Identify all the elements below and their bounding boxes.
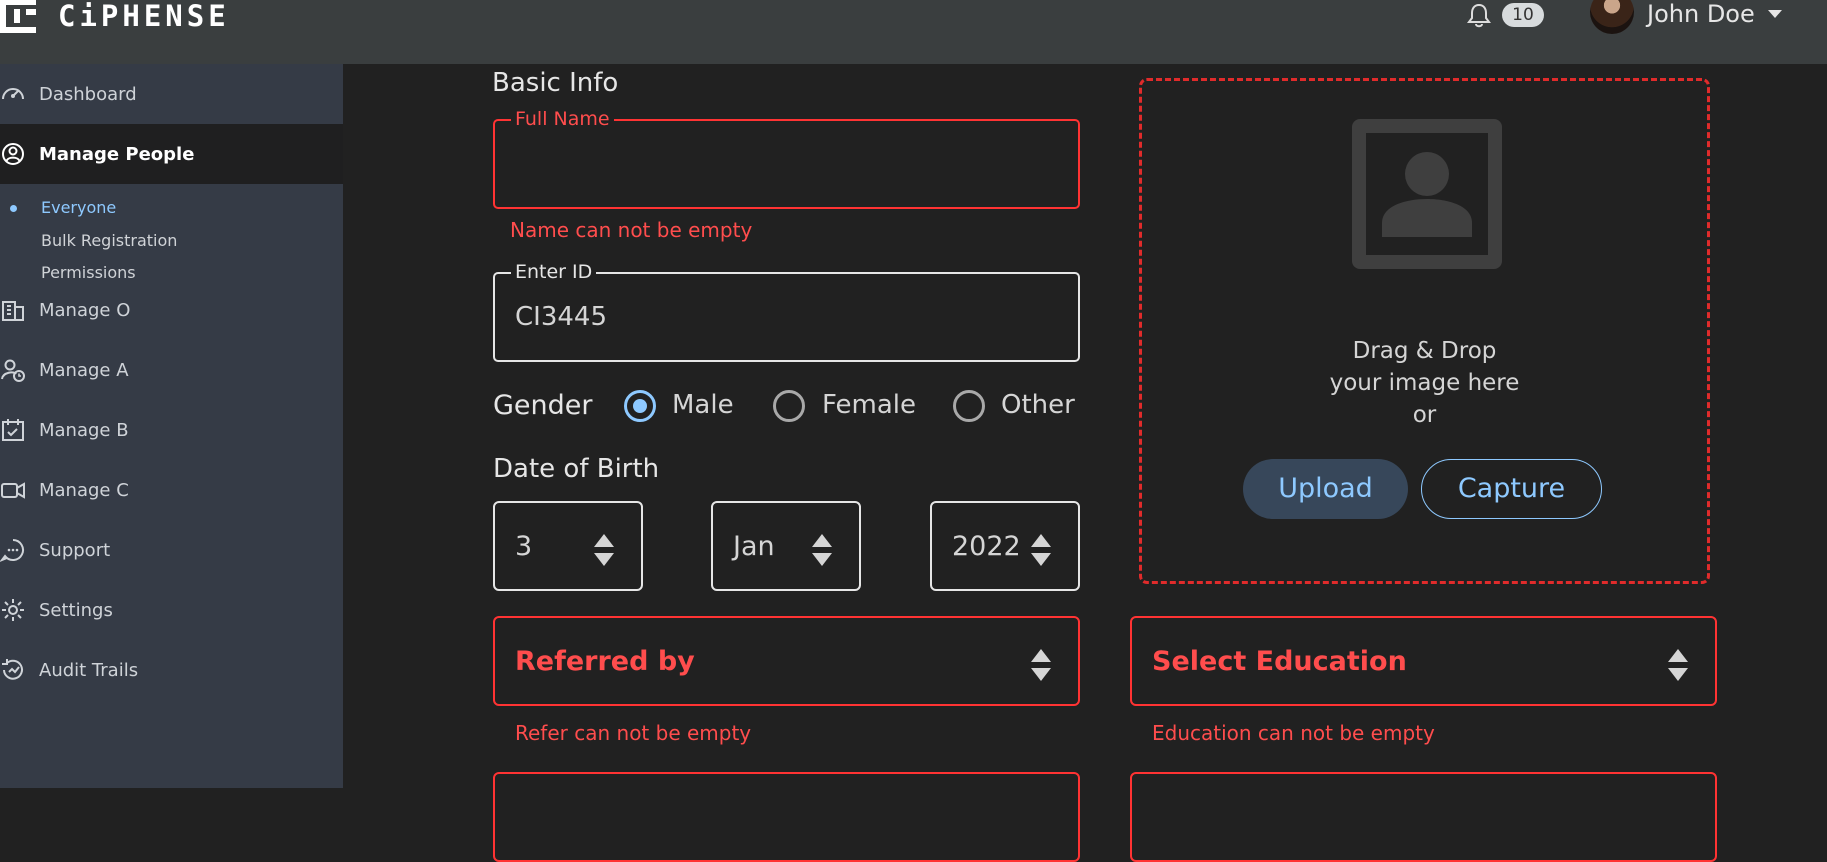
capture-button[interactable]: Capture (1421, 459, 1602, 519)
gender-female-radio[interactable] (773, 390, 805, 422)
next-select-left[interactable] (493, 772, 1080, 862)
gender-other-radio[interactable] (953, 390, 985, 422)
sort-arrows-icon (811, 533, 833, 567)
dropzone-text-line3: or (1412, 402, 1437, 428)
logo-mark-icon (0, 0, 40, 33)
chat-bubble-icon (0, 537, 26, 563)
sidebar-item-audit-trails[interactable]: Audit Trails (0, 640, 343, 700)
sort-arrows-icon (1667, 648, 1689, 682)
next-select-right[interactable] (1130, 772, 1717, 862)
upload-button[interactable]: Upload (1243, 459, 1408, 519)
gear-icon (0, 597, 26, 623)
user-circle-icon (0, 141, 26, 167)
sidebar-item-label: Manage People (39, 143, 195, 165)
sidebar-subitem-bulk-registration[interactable]: Bulk Registration (41, 231, 177, 250)
sidebar-item-manage-people[interactable]: Manage People (0, 124, 343, 184)
dob-day-select[interactable]: 3 (493, 501, 643, 591)
dob-year-value: 2022 (952, 531, 1021, 562)
dropzone-text-line1: Drag & Drop (1352, 338, 1497, 364)
building-icon (0, 297, 26, 323)
sidebar-item-label: Dashboard (39, 83, 137, 105)
gender-male-radio[interactable] (624, 390, 656, 422)
sidebar-item-manage-c[interactable]: Manage C (0, 460, 343, 520)
bell-icon[interactable] (1466, 2, 1492, 28)
sidebar-item-label: Support (39, 539, 111, 561)
education-placeholder: Select Education (1152, 646, 1407, 677)
sort-arrows-icon (1030, 648, 1052, 682)
brand-logo[interactable]: CiPHENSE (0, 0, 230, 34)
education-select[interactable]: Select Education (1130, 616, 1717, 706)
avatar[interactable] (1590, 0, 1634, 34)
sidebar-item-label: Manage O (39, 299, 131, 321)
sidebar: Dashboard Manage People Everyone Bulk Re… (0, 64, 343, 788)
dob-year-select[interactable]: 2022 (930, 501, 1080, 591)
sidebar-item-manage-o[interactable]: Manage O (0, 280, 343, 340)
full-name-error: Name can not be empty (510, 218, 753, 242)
referred-by-placeholder: Referred by (515, 646, 695, 677)
full-name-label: Full Name (511, 109, 614, 129)
gender-label: Gender (493, 390, 593, 421)
sidebar-item-label: Audit Trails (39, 659, 139, 681)
education-error: Education can not be empty (1152, 721, 1435, 745)
dob-day-value: 3 (515, 531, 533, 562)
sidebar-item-dashboard[interactable]: Dashboard (0, 64, 343, 124)
referred-by-error: Refer can not be empty (515, 721, 752, 745)
sidebar-item-manage-b[interactable]: Manage B (0, 400, 343, 460)
dropzone-text-line2: your image here (1329, 370, 1520, 396)
sort-arrows-icon (1030, 533, 1052, 567)
chevron-down-icon[interactable] (1768, 10, 1782, 18)
calendar-check-icon (0, 417, 26, 443)
history-icon (0, 657, 26, 683)
gender-other-label[interactable]: Other (1001, 390, 1075, 420)
id-value: CI3445 (515, 302, 607, 332)
notification-count-badge: 10 (1502, 3, 1544, 27)
sidebar-item-support[interactable]: Support (0, 520, 343, 580)
top-header: CiPHENSE 10 John Doe (0, 0, 1827, 64)
sidebar-item-manage-a[interactable]: Manage A (0, 340, 343, 400)
sidebar-item-label: Settings (39, 599, 113, 621)
full-name-field[interactable]: Full Name (493, 109, 1080, 209)
brand-name: CiPHENSE (58, 0, 230, 33)
id-field[interactable]: Enter ID CI3445 (493, 262, 1080, 362)
image-dropzone[interactable]: Drag & Drop your image here or (1139, 78, 1710, 584)
main-content: Basic Info Full Name Name can not be emp… (343, 64, 1827, 862)
sidebar-item-label: Manage C (39, 479, 129, 501)
gender-male-label[interactable]: Male (672, 390, 734, 420)
sidebar-item-label: Manage A (39, 359, 129, 381)
dob-month-select[interactable]: Jan (711, 501, 861, 591)
dob-label: Date of Birth (493, 454, 660, 484)
section-title: Basic Info (492, 68, 619, 98)
sidebar-item-label: Manage B (39, 419, 129, 441)
dashboard-gauge-icon (0, 81, 26, 107)
video-camera-icon (0, 477, 26, 503)
user-name[interactable]: John Doe (1647, 0, 1755, 28)
sort-arrows-icon (593, 533, 615, 567)
dob-month-value: Jan (733, 531, 775, 562)
active-dot-icon (10, 205, 17, 212)
id-label: Enter ID (511, 262, 597, 282)
referred-by-select[interactable]: Referred by (493, 616, 1080, 706)
sidebar-subitem-everyone[interactable]: Everyone (41, 198, 116, 217)
sidebar-item-settings[interactable]: Settings (0, 580, 343, 640)
gender-female-label[interactable]: Female (822, 390, 916, 420)
profile-placeholder-icon (1352, 119, 1502, 269)
user-clock-icon (0, 357, 26, 383)
